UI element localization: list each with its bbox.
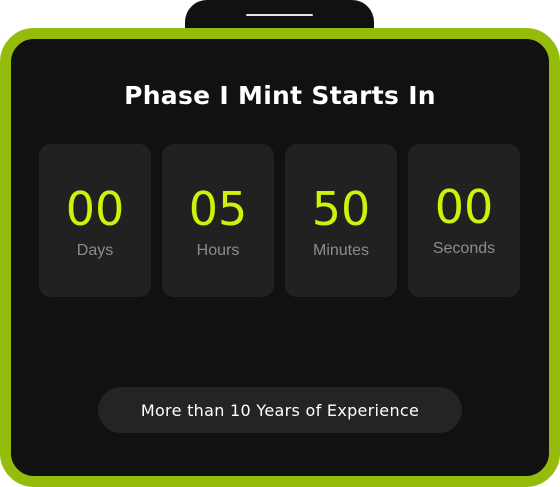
hours-label: Hours (196, 242, 240, 259)
hours-value: 05 (188, 182, 248, 236)
experience-button[interactable]: More than 10 Years of Experience (98, 387, 462, 433)
countdown-hours: 05 Hours (162, 144, 274, 297)
days-value: 00 (65, 182, 125, 236)
countdown-timer: 00 Days 05 Hours 50 Minutes 00 Seconds (39, 144, 521, 297)
countdown-card: Phase I Mint Starts In 00 Days 05 Hours … (0, 28, 560, 487)
minutes-value: 50 (311, 182, 371, 236)
minutes-label: Minutes (312, 242, 370, 259)
countdown-seconds: 00 Seconds (408, 144, 520, 297)
seconds-label: Seconds (432, 240, 496, 257)
tab-handle (246, 14, 313, 16)
page-title: Phase I Mint Starts In (124, 81, 436, 110)
countdown-days: 00 Days (39, 144, 151, 297)
days-label: Days (76, 242, 114, 259)
seconds-value: 00 (434, 180, 494, 234)
countdown-minutes: 50 Minutes (285, 144, 397, 297)
